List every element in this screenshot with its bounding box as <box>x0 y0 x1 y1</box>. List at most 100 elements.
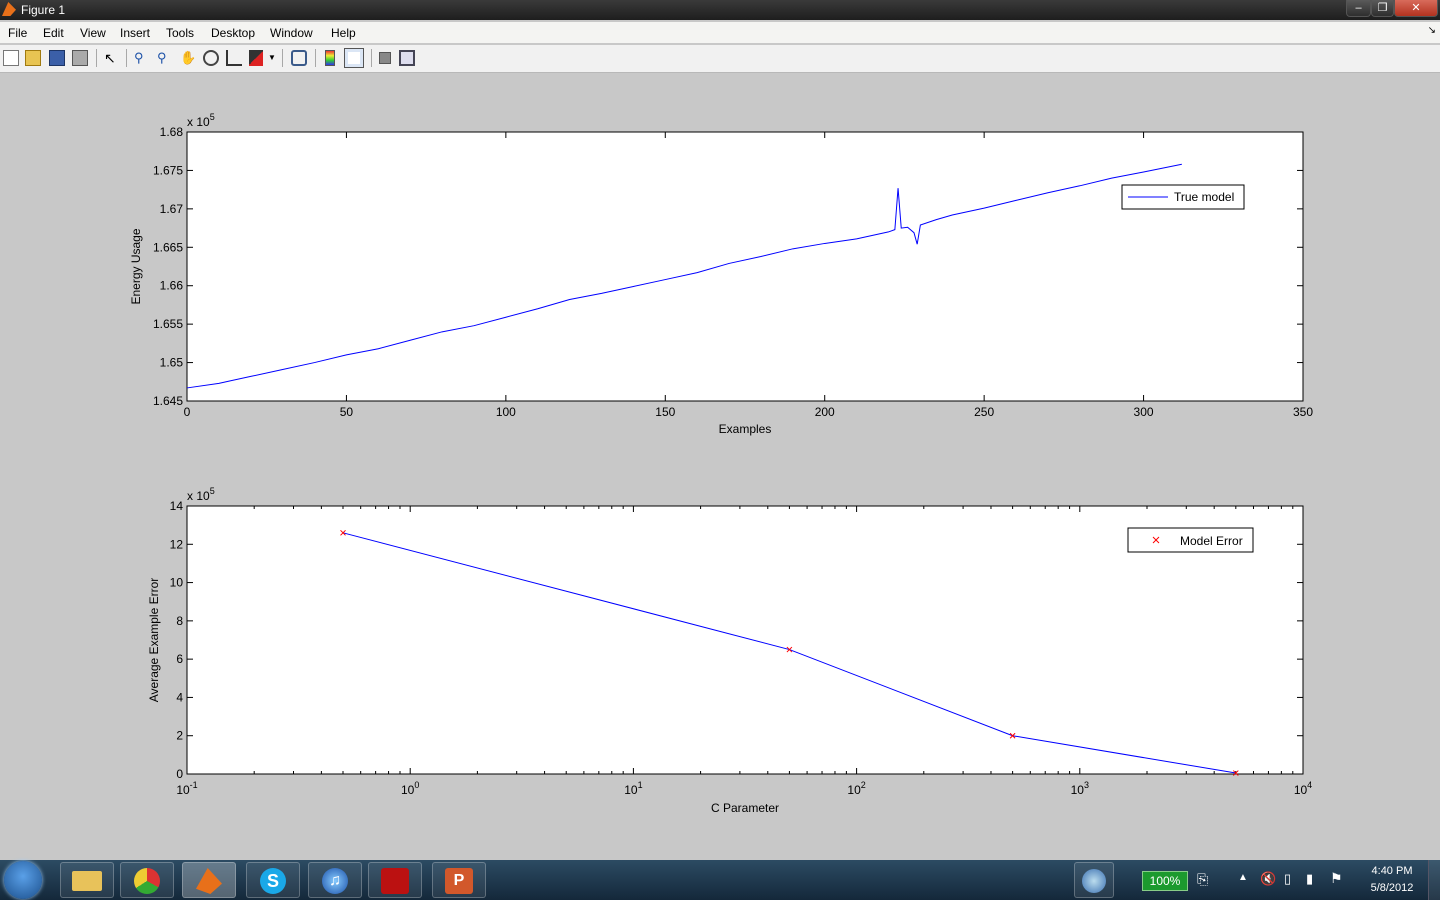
save-icon[interactable] <box>49 50 65 66</box>
rotate-3d-icon[interactable] <box>203 50 219 66</box>
y-axis-exponent: x 105 <box>187 486 215 503</box>
minimize-button[interactable]: – <box>1346 0 1371 17</box>
toolbar-separator <box>126 49 127 67</box>
window-titlebar: Figure 1 – ❐ ✕ <box>0 0 1440 20</box>
brush-dropdown-icon[interactable]: ▼ <box>268 50 276 66</box>
toolbar-separator <box>371 49 372 67</box>
x-tick-label: 101 <box>624 780 642 797</box>
y-tick-label: 4 <box>176 690 183 704</box>
link-plot-icon[interactable] <box>291 50 307 66</box>
powerpoint-icon[interactable]: P <box>432 862 486 898</box>
windows-explorer-icon[interactable] <box>60 862 114 898</box>
new-figure-icon[interactable] <box>3 50 19 66</box>
x-tick-label: 103 <box>1071 780 1089 797</box>
x-tick-label: 100 <box>401 780 419 797</box>
y-tick-label: 1.67 <box>160 202 184 216</box>
y-tick-label: 6 <box>176 652 183 666</box>
x-tick-label: 350 <box>1293 405 1313 419</box>
show-hidden-icons-arrow[interactable]: ▲ <box>1238 872 1248 883</box>
legend-entry-label: True model <box>1174 190 1234 204</box>
energy-usage-plot: 0 50 100 150 200 250 300 350 1.645 1.65 1.655 1.66 1… <box>129 112 1313 436</box>
y-axis-label: Average Example Error <box>147 578 161 703</box>
menu-view[interactable]: View <box>80 26 106 40</box>
start-button-icon[interactable] <box>4 861 42 899</box>
insert-colorbar-icon[interactable] <box>325 50 335 66</box>
matlab-figure-icon <box>2 2 16 16</box>
show-plot-tools-icon[interactable] <box>399 50 415 66</box>
y-tick-label: 2 <box>176 729 183 743</box>
wifi-signal-icon[interactable]: ▮ <box>1306 871 1313 887</box>
maximize-button[interactable]: ❐ <box>1371 0 1394 17</box>
x-tick-label: 150 <box>655 405 675 419</box>
toolbar-separator <box>282 49 283 67</box>
x-tick-label: 250 <box>974 405 994 419</box>
x-tick-label: 200 <box>815 405 835 419</box>
itunes-icon[interactable]: ♫ <box>308 862 362 898</box>
menu-edit[interactable]: Edit <box>43 26 64 40</box>
x-tick-label: 0 <box>184 405 191 419</box>
print-icon[interactable] <box>72 50 88 66</box>
skype-icon[interactable]: S <box>246 862 300 898</box>
menu-window[interactable]: Window <box>270 26 313 40</box>
chrome-icon[interactable] <box>120 862 174 898</box>
legend-entry-label: Model Error <box>1180 534 1243 548</box>
toolbar-separator <box>315 49 316 67</box>
y-axis-exponent: x 105 <box>187 112 215 129</box>
usb-device-icon[interactable]: ▯ <box>1284 871 1291 887</box>
zoom-in-icon[interactable]: ⚲ <box>134 50 150 66</box>
y-tick-label: 10 <box>170 576 184 590</box>
x-tick-label: 100 <box>496 405 516 419</box>
window-title: Figure 1 <box>21 3 66 17</box>
insert-legend-icon[interactable] <box>344 48 364 68</box>
clock-date[interactable]: 5/8/2012 <box>1364 882 1420 894</box>
menu-help[interactable]: Help <box>331 26 356 40</box>
y-tick-label: 14 <box>170 499 184 513</box>
plot-area <box>186 131 1304 402</box>
power-plug-icon[interactable]: ⎘ <box>1197 871 1208 888</box>
x-axis-label: Examples <box>719 422 772 436</box>
menu-bar: File Edit View Insert Tools Desktop Wind… <box>0 22 1440 43</box>
y-tick-label: 0 <box>176 767 183 781</box>
volume-muted-icon[interactable]: 🔇 <box>1260 871 1276 887</box>
matlab-icon[interactable] <box>182 862 236 898</box>
zoom-out-icon[interactable]: ⚲ <box>157 50 173 66</box>
action-center-flag-icon[interactable]: ⚑ <box>1330 870 1343 887</box>
y-tick-label: 1.655 <box>153 317 183 331</box>
x-tick-label: 104 <box>1294 780 1312 797</box>
close-button[interactable]: ✕ <box>1394 0 1438 17</box>
legend: Model Error <box>1127 527 1254 553</box>
edit-plot-arrow-icon[interactable]: ↖ <box>104 50 120 66</box>
y-tick-label: 1.645 <box>153 394 183 408</box>
y-tick-label: 1.65 <box>160 356 184 370</box>
pan-hand-icon[interactable]: ✋ <box>180 50 196 66</box>
y-tick-label: 8 <box>176 614 183 628</box>
clock-time[interactable]: 4:40 PM <box>1364 865 1420 877</box>
y-axis-label: Energy Usage <box>129 228 143 304</box>
data-cursor-icon[interactable] <box>226 50 242 66</box>
y-tick-label: 1.66 <box>160 279 184 293</box>
open-file-icon[interactable] <box>25 50 41 66</box>
x-axis-label: C Parameter <box>711 801 779 815</box>
x-tick-label: 50 <box>340 405 354 419</box>
network-drive-icon[interactable] <box>1074 862 1114 898</box>
legend: True model <box>1121 184 1245 210</box>
y-tick-label: 1.68 <box>160 125 184 139</box>
dock-arrow-icon[interactable]: ↘ <box>1428 25 1436 36</box>
windows-taskbar: S ♫ P 100% ⎘ ▲ 🔇 ▯ ▮ ⚑ 4:40 PM 5/8/2012 <box>0 860 1440 900</box>
x-tick-label: 102 <box>847 780 865 797</box>
battery-indicator[interactable]: 100% <box>1142 871 1188 891</box>
menu-tools[interactable]: Tools <box>166 26 194 40</box>
adobe-reader-icon[interactable] <box>368 862 422 898</box>
figure-canvas: 0 50 100 150 200 250 300 3501.6451.651.6551.661… <box>129 112 1313 815</box>
menu-insert[interactable]: Insert <box>120 26 150 40</box>
hide-plot-tools-icon[interactable] <box>379 52 391 64</box>
menu-desktop[interactable]: Desktop <box>211 26 255 40</box>
show-desktop-button[interactable] <box>1428 860 1440 900</box>
x-tick-label: 10-1 <box>176 780 197 797</box>
y-tick-label: 1.675 <box>153 163 183 177</box>
menu-file[interactable]: File <box>8 26 27 40</box>
figure-toolbar: ↖ ⚲ ⚲ ✋ ▼ <box>0 45 1440 73</box>
x-tick-label: 300 <box>1134 405 1154 419</box>
average-error-plot: 10-1 100 101 102 103 104 0 2 4 6 8 10 12 14x 105 C Par… <box>147 486 1312 815</box>
brush-icon[interactable] <box>249 50 263 66</box>
